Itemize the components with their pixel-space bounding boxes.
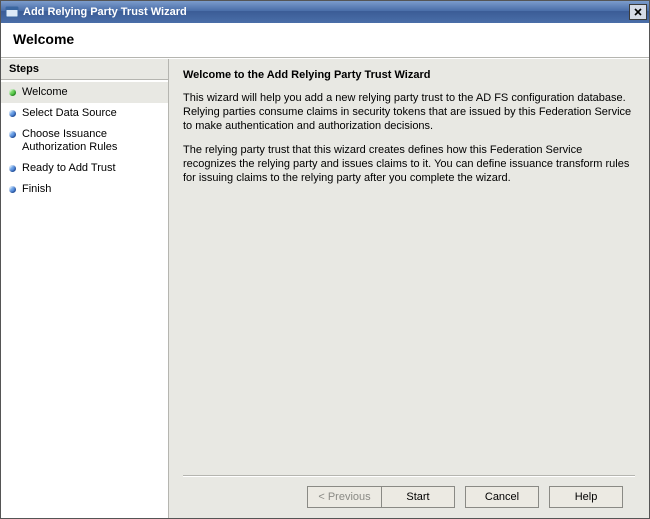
step-label: Select Data Source [22,107,162,120]
page-title: Welcome [13,31,637,47]
content-inner: Welcome to the Add Relying Party Trust W… [183,69,635,475]
start-button[interactable]: Start [381,486,455,508]
step-ready-to-add-trust[interactable]: Ready to Add Trust [1,158,168,179]
bullet-icon [9,186,16,193]
step-select-data-source[interactable]: Select Data Source [1,103,168,124]
bullet-icon [9,89,16,96]
cancel-button[interactable]: Cancel [465,486,539,508]
page-header: Welcome [1,23,649,58]
content-pane: Welcome to the Add Relying Party Trust W… [169,59,649,518]
step-label: Welcome [22,86,162,99]
previous-button: < Previous [307,486,381,508]
step-label: Ready to Add Trust [22,162,162,175]
step-welcome[interactable]: Welcome [1,82,168,103]
nav-button-group: < Previous Start [307,486,455,508]
window-title: Add Relying Party Trust Wizard [23,6,629,18]
step-finish[interactable]: Finish [1,179,168,200]
steps-header: Steps [1,59,168,80]
titlebar: Add Relying Party Trust Wizard [1,1,649,23]
step-choose-issuance-authorization-rules[interactable]: Choose Issuance Authorization Rules [1,124,168,158]
steps-list: Welcome Select Data Source Choose Issuan… [1,80,168,202]
wizard-body: Steps Welcome Select Data Source Choose … [1,58,649,518]
steps-sidebar: Steps Welcome Select Data Source Choose … [1,59,169,518]
content-heading: Welcome to the Add Relying Party Trust W… [183,69,635,81]
app-icon [5,5,19,19]
button-row: < Previous Start Cancel Help [183,475,635,518]
close-button[interactable] [629,4,647,20]
bullet-icon [9,165,16,172]
step-label: Finish [22,183,162,196]
bullet-icon [9,131,16,138]
content-paragraph-2: The relying party trust that this wizard… [183,143,635,185]
content-paragraph-1: This wizard will help you add a new rely… [183,91,635,133]
step-label: Choose Issuance Authorization Rules [22,128,162,154]
help-button[interactable]: Help [549,486,623,508]
bullet-icon [9,110,16,117]
wizard-window: Add Relying Party Trust Wizard Welcome S… [0,0,650,519]
